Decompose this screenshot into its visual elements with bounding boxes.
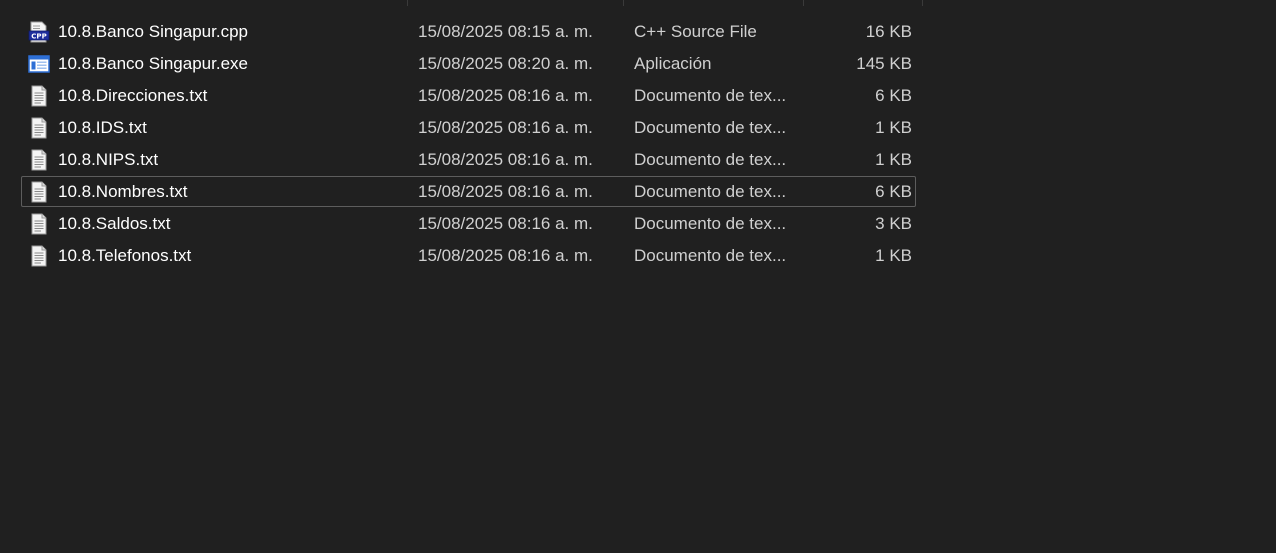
file-row[interactable]: 10.8.Nombres.txt 15/08/2025 08:16 a. m. … — [0, 176, 1276, 208]
file-row[interactable]: 10.8.Banco Singapur.exe 15/08/2025 08:20… — [0, 48, 1276, 80]
text-file-icon — [28, 245, 50, 267]
text-file-icon — [28, 117, 50, 139]
file-name: 10.8.Banco Singapur.cpp — [58, 22, 248, 41]
file-row[interactable]: 10.8.IDS.txt 15/08/2025 08:16 a. m. Docu… — [0, 112, 1276, 144]
file-type: Documento de tex... — [634, 118, 787, 137]
file-row[interactable]: 10.8.Telefonos.txt 15/08/2025 08:16 a. m… — [0, 240, 1276, 272]
file-date-modified: 15/08/2025 08:16 a. m. — [418, 150, 593, 169]
file-row[interactable]: 10.8.Direcciones.txt 15/08/2025 08:16 a.… — [0, 80, 1276, 112]
file-name: 10.8.Banco Singapur.exe — [58, 54, 248, 73]
file-type: Documento de tex... — [634, 182, 787, 201]
column-divider-name[interactable] — [407, 0, 408, 6]
file-row[interactable]: CPP 10.8.Banco Singapur.cpp 15/08/2025 0… — [0, 16, 1276, 48]
file-name: 10.8.Nombres.txt — [58, 182, 188, 201]
file-name: 10.8.Telefonos.txt — [58, 246, 192, 265]
text-file-icon — [28, 181, 50, 203]
file-date-modified: 15/08/2025 08:16 a. m. — [418, 182, 593, 201]
file-size: 1 KB — [875, 118, 912, 137]
file-date-modified: 15/08/2025 08:16 a. m. — [418, 118, 593, 137]
file-size: 1 KB — [875, 246, 912, 265]
file-name: 10.8.Saldos.txt — [58, 214, 171, 233]
file-size: 3 KB — [875, 214, 912, 233]
text-file-icon — [28, 149, 50, 171]
file-row[interactable]: 10.8.NIPS.txt 15/08/2025 08:16 a. m. Doc… — [0, 144, 1276, 176]
column-divider-size[interactable] — [922, 0, 923, 6]
file-size: 1 KB — [875, 150, 912, 169]
file-name: 10.8.NIPS.txt — [58, 150, 159, 169]
file-date-modified: 15/08/2025 08:20 a. m. — [418, 54, 593, 73]
file-date-modified: 15/08/2025 08:16 a. m. — [418, 214, 593, 233]
file-date-modified: 15/08/2025 08:16 a. m. — [418, 86, 593, 105]
file-type: Aplicación — [634, 54, 712, 73]
svg-text:CPP: CPP — [31, 32, 46, 40]
exe-file-icon — [28, 53, 50, 75]
file-size: 16 KB — [865, 22, 912, 41]
file-type: Documento de tex... — [634, 150, 787, 169]
file-type: Documento de tex... — [634, 214, 787, 233]
file-row[interactable]: 10.8.Saldos.txt 15/08/2025 08:16 a. m. D… — [0, 208, 1276, 240]
file-size: 6 KB — [875, 86, 912, 105]
column-divider-date[interactable] — [623, 0, 624, 6]
column-divider-type[interactable] — [803, 0, 804, 6]
file-size: 6 KB — [875, 182, 912, 201]
text-file-icon — [28, 213, 50, 235]
cpp-file-icon: CPP — [28, 21, 50, 43]
file-date-modified: 15/08/2025 08:16 a. m. — [418, 246, 593, 265]
file-type: C++ Source File — [634, 22, 757, 41]
file-type: Documento de tex... — [634, 86, 787, 105]
file-list-pane: CPP 10.8.Banco Singapur.cpp 15/08/2025 0… — [0, 0, 1276, 553]
file-name: 10.8.Direcciones.txt — [58, 86, 208, 105]
file-type: Documento de tex... — [634, 246, 787, 265]
file-date-modified: 15/08/2025 08:15 a. m. — [418, 22, 593, 41]
file-list: CPP 10.8.Banco Singapur.cpp 15/08/2025 0… — [0, 16, 1276, 272]
file-size: 145 KB — [856, 54, 912, 73]
text-file-icon — [28, 85, 50, 107]
file-name: 10.8.IDS.txt — [58, 118, 147, 137]
